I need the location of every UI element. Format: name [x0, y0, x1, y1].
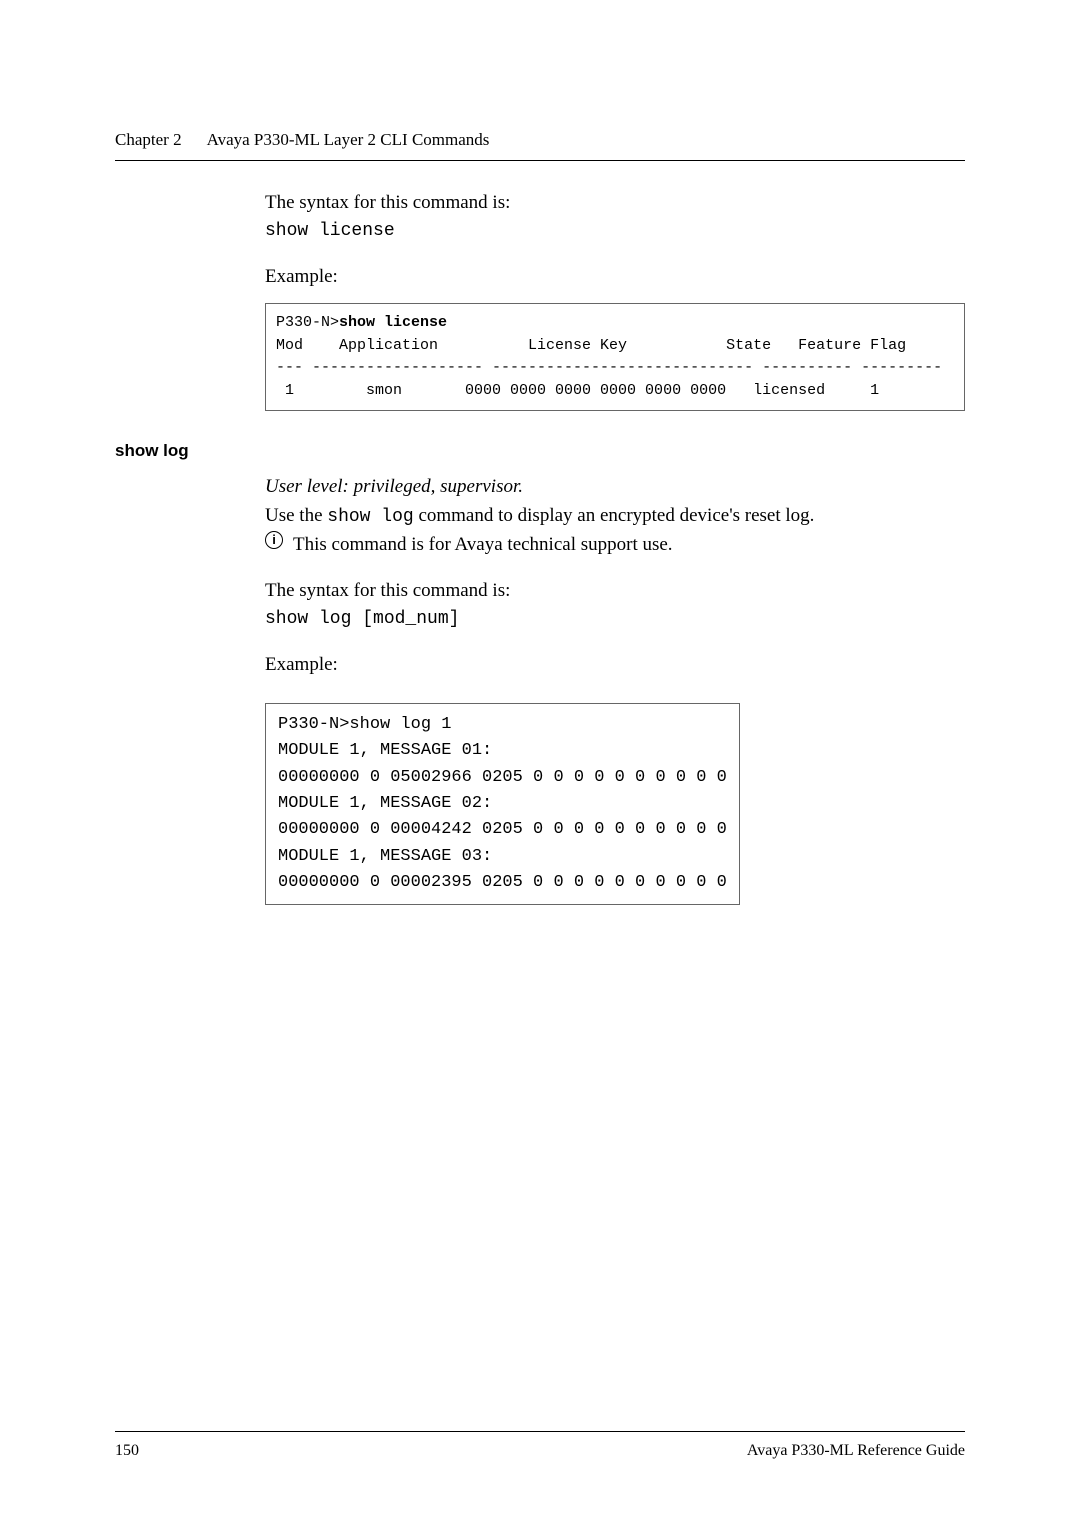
- desc-pre: Use the: [265, 505, 327, 526]
- desc-post: command to display an encrypted device's…: [414, 505, 815, 526]
- page-header: Chapter 2 Avaya P330-ML Layer 2 CLI Comm…: [115, 130, 965, 161]
- desc-mono: show log: [327, 507, 413, 527]
- code-data-row: 1 smon 0000 0000 0000 0000 0000 0000 lic…: [276, 382, 879, 399]
- footer-doc-title: Avaya P330-ML Reference Guide: [747, 1442, 965, 1460]
- log-line-3: MODULE 1, MESSAGE 02:: [278, 794, 492, 813]
- example-label-2: Example:: [265, 651, 965, 680]
- log-line-1: MODULE 1, MESSAGE 01:: [278, 741, 492, 760]
- description-text: Use the show log command to display an e…: [265, 502, 965, 531]
- syntax-intro-2: The syntax for this command is:: [265, 577, 965, 606]
- section-heading-showlog: show log: [115, 441, 965, 461]
- code-block-showlog: P330-N>show log 1 MODULE 1, MESSAGE 01: …: [265, 703, 740, 905]
- code-prompt-1: P330-N>: [276, 314, 339, 331]
- code-hdr-row: Mod Application License Key State Featur…: [276, 337, 906, 354]
- log-line-5: MODULE 1, MESSAGE 03:: [278, 847, 492, 866]
- user-level-text: User level: privileged, supervisor.: [265, 473, 965, 502]
- log-line-6: 00000000 0 00002395 0205 0 0 0 0 0 0 0 0…: [278, 873, 727, 892]
- info-icon: i: [265, 531, 283, 549]
- info-row: i This command is for Avaya technical su…: [265, 531, 965, 560]
- info-text: This command is for Avaya technical supp…: [293, 531, 673, 560]
- code-prompt-2: P330-N>: [278, 715, 349, 734]
- log-line-2: 00000000 0 05002966 0205 0 0 0 0 0 0 0 0…: [278, 768, 727, 787]
- syntax-cmd-2: show log [mod_num]: [265, 606, 965, 633]
- code-cmd-1: show license: [339, 314, 447, 331]
- page-number: 150: [115, 1442, 139, 1460]
- chapter-title: Avaya P330-ML Layer 2 CLI Commands: [207, 130, 490, 150]
- log-line-4: 00000000 0 00004242 0205 0 0 0 0 0 0 0 0…: [278, 820, 727, 839]
- code-cmd-2: show log 1: [349, 715, 451, 734]
- page-footer: 150 Avaya P330-ML Reference Guide: [115, 1431, 965, 1460]
- syntax-intro-1: The syntax for this command is:: [265, 189, 965, 218]
- example-label-1: Example:: [265, 263, 965, 292]
- code-div-row: --- ------------------- ----------------…: [276, 359, 942, 376]
- syntax-cmd-1: show license: [265, 218, 965, 245]
- chapter-label: Chapter 2: [115, 130, 182, 150]
- code-block-license: P330-N>show license Mod Application Lice…: [265, 303, 965, 411]
